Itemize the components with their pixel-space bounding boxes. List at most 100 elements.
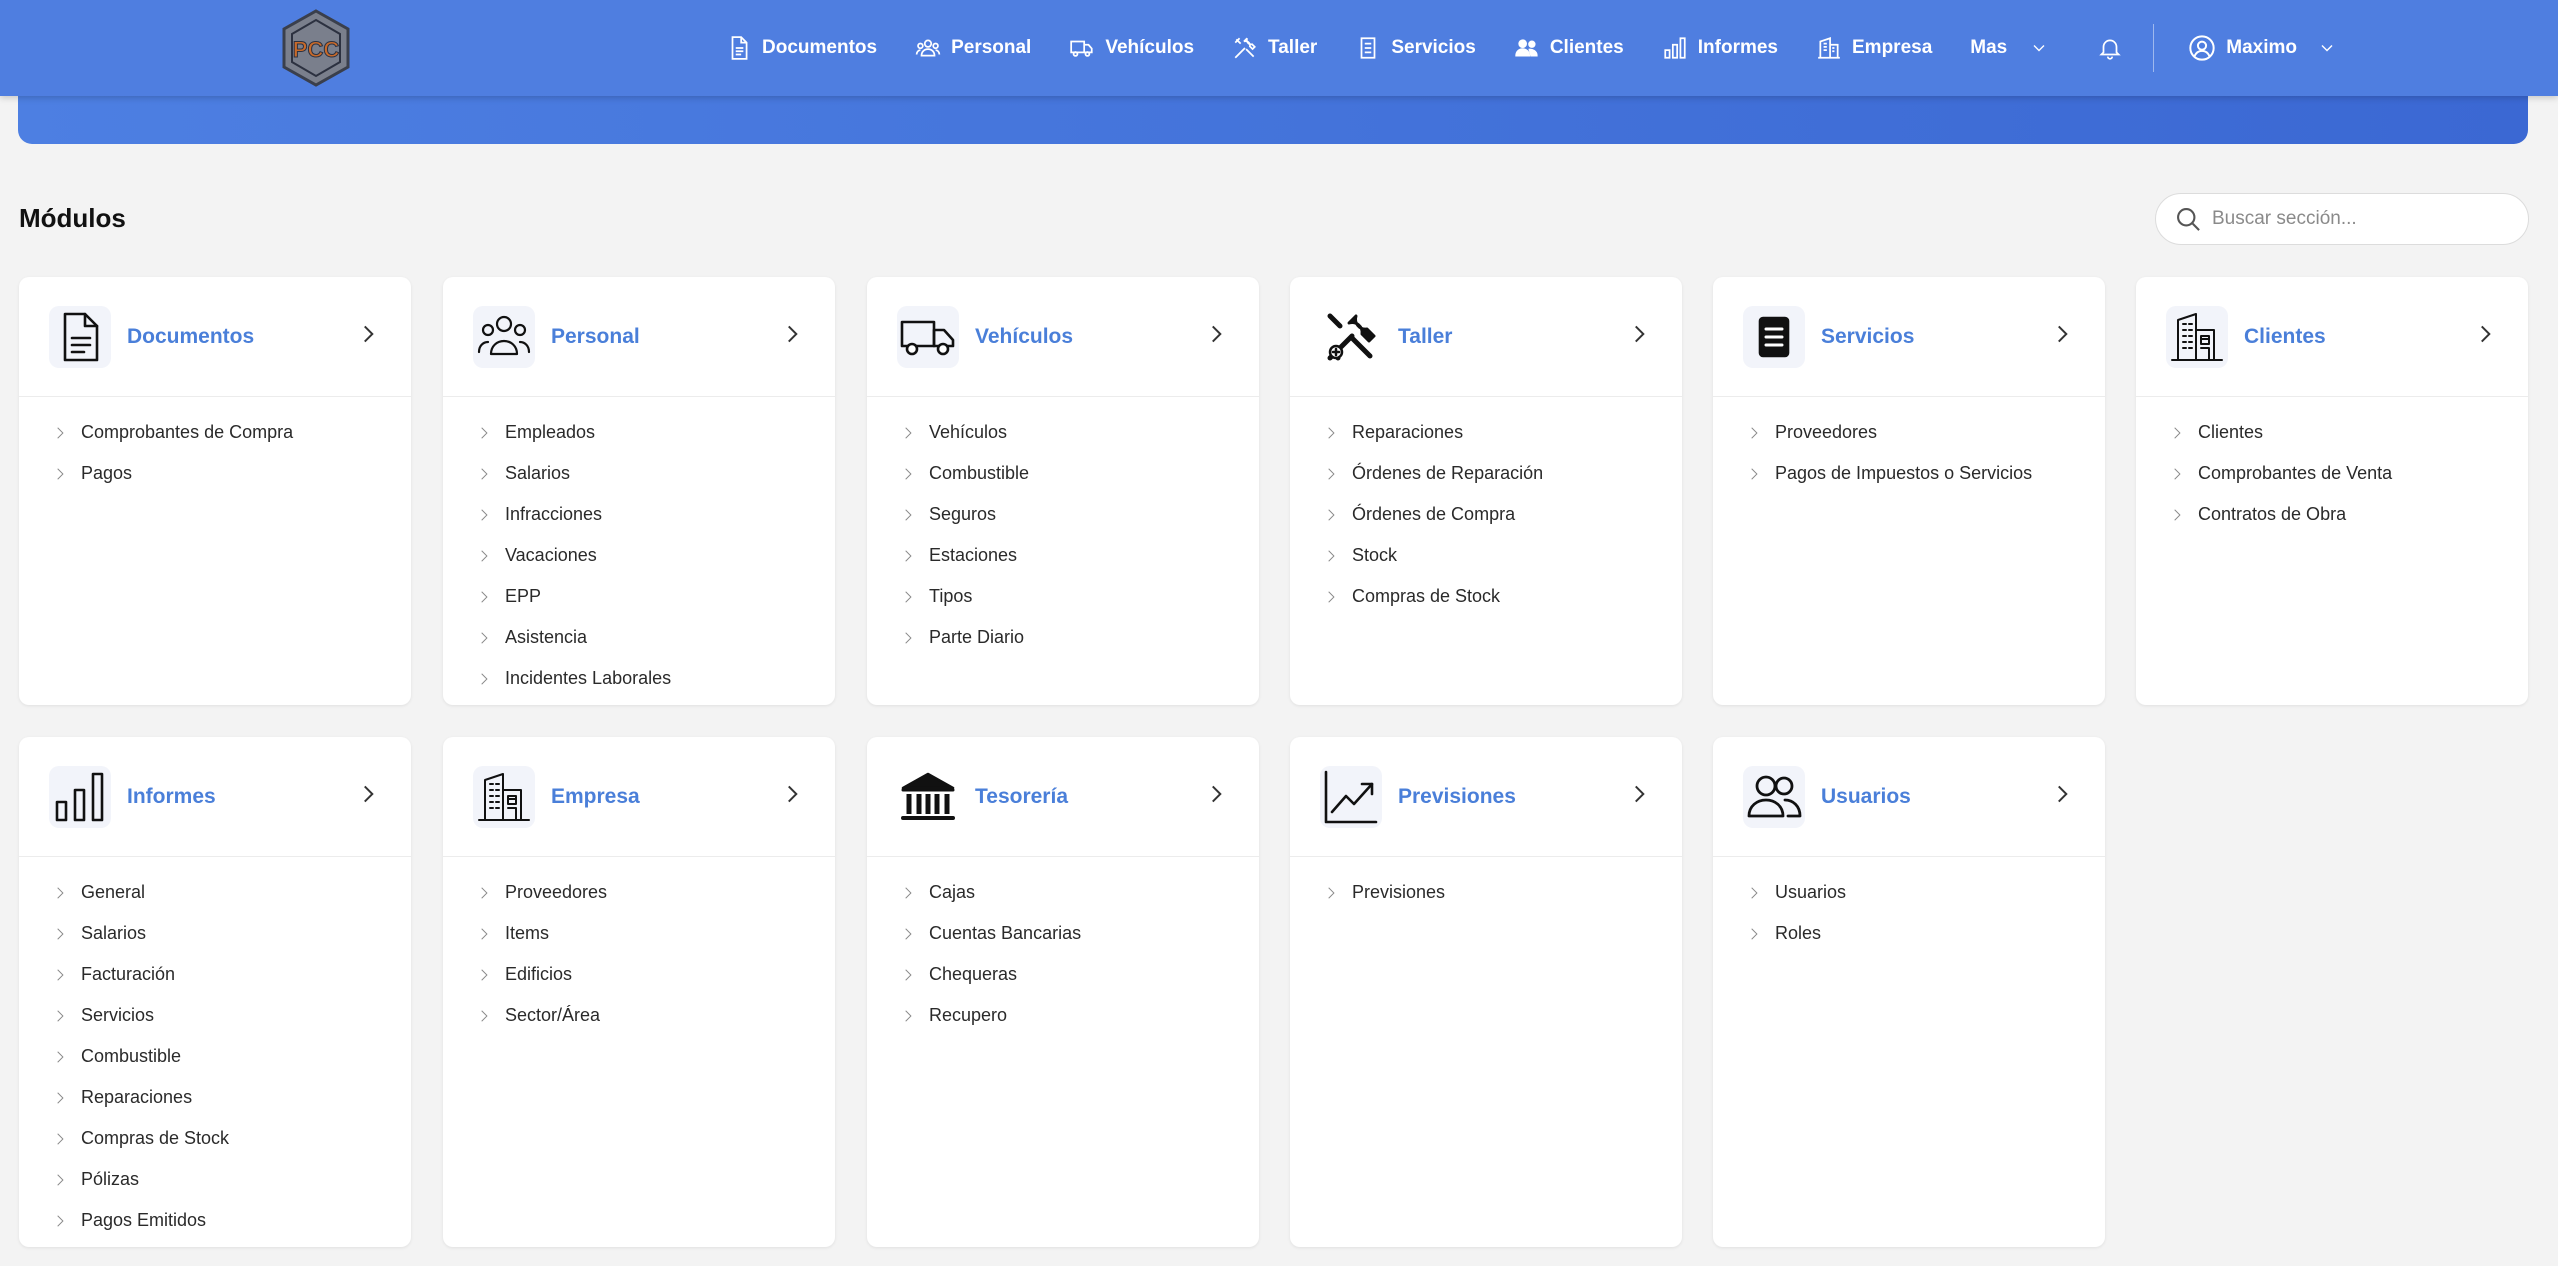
module-item[interactable]: Combustible	[901, 453, 1259, 494]
chevron-right-icon	[481, 590, 488, 603]
module-header-clientes[interactable]: Clientes	[2136, 277, 2528, 397]
module-item[interactable]: Facturación	[53, 954, 411, 995]
tools-icon	[1320, 305, 1382, 368]
nav-clientes[interactable]: Clientes	[1514, 0, 1624, 96]
module-item[interactable]: Tipos	[901, 576, 1259, 617]
module-item[interactable]: Pólizas	[53, 1159, 411, 1200]
company-logo[interactable]: PCC	[276, 8, 356, 88]
module-item[interactable]: Reparaciones	[1324, 412, 1682, 453]
module-item[interactable]: Vehículos	[901, 412, 1259, 453]
user-menu[interactable]: Maximo	[2188, 0, 2337, 96]
module-item-label: Infracciones	[505, 504, 603, 524]
chevron-right-icon	[57, 1009, 64, 1022]
module-item[interactable]: Roles	[1747, 913, 2105, 954]
module-item[interactable]: Items	[477, 913, 835, 954]
module-header-servicios[interactable]: Servicios	[1713, 277, 2105, 397]
module-item[interactable]: Órdenes de Reparación	[1324, 453, 1682, 494]
chevron-right-icon	[2174, 508, 2181, 521]
search-input[interactable]	[2212, 208, 2492, 230]
module-header-documentos[interactable]: Documentos	[19, 277, 411, 397]
chevron-right-icon	[57, 968, 64, 981]
module-item[interactable]: Recupero	[901, 995, 1259, 1036]
module-item[interactable]: Salarios	[53, 913, 411, 954]
notifications-button[interactable]	[2097, 0, 2123, 96]
module-item[interactable]: Comprobantes de Venta	[2170, 453, 2528, 494]
module-item-label: Parte Diario	[929, 627, 1025, 647]
chevron-right-icon	[481, 549, 488, 562]
chevron-right-icon	[1751, 886, 1758, 899]
nav-vehiculos[interactable]: Vehículos	[1069, 0, 1194, 96]
nav-empresa[interactable]: Empresa	[1816, 0, 1932, 96]
main-menu: Documentos Personal Vehículos Taller Ser…	[726, 0, 2337, 96]
module-item[interactable]: Estaciones	[901, 535, 1259, 576]
module-item[interactable]: Empleados	[477, 412, 835, 453]
module-header-informes[interactable]: Informes	[19, 737, 411, 857]
module-header-previsiones[interactable]: Previsiones	[1290, 737, 1682, 857]
chevron-right-icon	[2049, 321, 2075, 352]
bell-icon	[2099, 39, 2122, 60]
module-item[interactable]: Pagos Emitidos	[53, 1200, 411, 1241]
module-item[interactable]: Edificios	[477, 954, 835, 995]
module-item-label: Órdenes de Reparación	[1352, 463, 1544, 483]
module-item[interactable]: Asistencia	[477, 617, 835, 658]
module-item[interactable]: General	[53, 872, 411, 913]
module-header-empresa[interactable]: Empresa	[443, 737, 835, 857]
module-item[interactable]: Contratos de Obra	[2170, 494, 2528, 535]
module-item-label: Items	[505, 923, 550, 943]
module-item[interactable]: Salarios	[477, 453, 835, 494]
nav-taller[interactable]: Taller	[1232, 0, 1317, 96]
module-item[interactable]: Compras de Stock	[53, 1118, 411, 1159]
module-item[interactable]: Pagos	[53, 453, 411, 494]
module-item[interactable]: Órdenes de Compra	[1324, 494, 1682, 535]
module-item[interactable]: EPP	[477, 576, 835, 617]
module-card-clientes: Clientes Clientes Comprobantes de Venta …	[2136, 277, 2528, 705]
module-item[interactable]: Previsiones	[1324, 872, 1682, 913]
module-item[interactable]: Sector/Área	[477, 995, 835, 1036]
chevron-right-icon	[1751, 927, 1758, 940]
search-box[interactable]	[2155, 193, 2529, 245]
module-item[interactable]: Reparaciones	[53, 1077, 411, 1118]
chevron-down-icon	[2033, 45, 2045, 52]
nav-servicios[interactable]: Servicios	[1355, 0, 1476, 96]
chevron-right-icon	[1328, 886, 1335, 899]
module-item[interactable]: Cuentas Bancarias	[901, 913, 1259, 954]
module-item[interactable]: Infracciones	[477, 494, 835, 535]
module-item[interactable]: Parte Diario	[901, 617, 1259, 658]
module-item[interactable]: Vacaciones	[477, 535, 835, 576]
module-header-tesoreria[interactable]: Tesorería	[867, 737, 1259, 857]
chevron-right-icon	[905, 886, 912, 899]
module-item[interactable]: Stock	[1324, 535, 1682, 576]
module-item-label: Proveedores	[1775, 422, 1878, 442]
module-item[interactable]: Comprobantes de Compra	[53, 412, 411, 453]
module-item[interactable]: Servicios	[53, 995, 411, 1036]
module-item-label: Salarios	[505, 463, 571, 483]
module-item-label: Seguros	[929, 504, 997, 524]
module-header-vehiculos[interactable]: Vehículos	[867, 277, 1259, 397]
truck-icon	[1070, 40, 1093, 57]
module-item-label: Sector/Área	[505, 1005, 601, 1025]
module-item-label: Estaciones	[929, 545, 1018, 565]
nav-documentos[interactable]: Documentos	[726, 0, 877, 96]
module-item[interactable]: Chequeras	[901, 954, 1259, 995]
module-header-usuarios[interactable]: Usuarios	[1713, 737, 2105, 857]
module-item[interactable]: Usuarios	[1747, 872, 2105, 913]
module-item[interactable]: Compras de Stock	[1324, 576, 1682, 617]
module-item[interactable]: Pagos de Impuestos o Servicios	[1747, 453, 2105, 494]
nav-personal[interactable]: Personal	[915, 0, 1031, 96]
module-item[interactable]: Clientes	[2170, 412, 2528, 453]
chevron-right-icon	[57, 886, 64, 899]
module-item-label: Compras de Stock	[1352, 586, 1501, 606]
module-title: Personal	[551, 324, 640, 348]
nav-divider	[2153, 24, 2155, 72]
module-header-taller[interactable]: Taller	[1290, 277, 1682, 397]
module-item[interactable]: Cajas	[901, 872, 1259, 913]
module-item[interactable]: Seguros	[901, 494, 1259, 535]
nav-more-dropdown[interactable]: Mas	[1970, 0, 2049, 96]
module-item[interactable]: Combustible	[53, 1036, 411, 1077]
module-header-personal[interactable]: Personal	[443, 277, 835, 397]
nav-informes[interactable]: Informes	[1662, 0, 1778, 96]
module-item[interactable]: Incidentes Laborales	[477, 658, 835, 699]
chevron-right-icon	[57, 1132, 64, 1145]
module-item[interactable]: Proveedores	[477, 872, 835, 913]
module-item[interactable]: Proveedores	[1747, 412, 2105, 453]
